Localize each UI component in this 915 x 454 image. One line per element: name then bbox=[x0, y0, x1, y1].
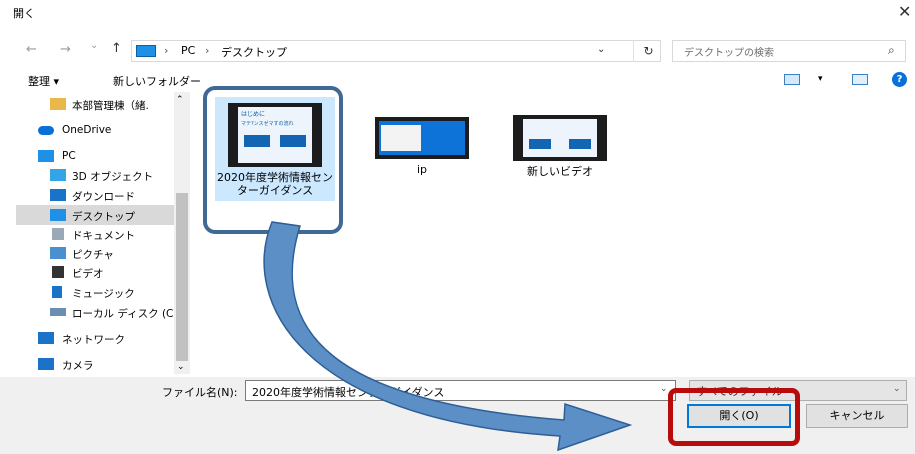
recent-locations-icon[interactable]: ⌄ bbox=[90, 40, 98, 51]
scroll-up-icon[interactable]: ⌃ bbox=[176, 95, 184, 105]
sidebar-item-label: ネットワーク bbox=[62, 334, 125, 346]
pc-icon bbox=[38, 150, 54, 162]
sidebar-item-3d-objects[interactable]: 3D オブジェクト bbox=[16, 165, 176, 185]
file-item-new-video[interactable]: 新しいビデオ bbox=[495, 97, 625, 178]
sidebar-item-local-disk[interactable]: ローカル ディスク (C bbox=[16, 302, 176, 322]
file-item-ip[interactable]: ip bbox=[357, 97, 487, 176]
annotation-highlight-file bbox=[203, 86, 343, 234]
search-placeholder: デスクトップの検索 bbox=[684, 48, 774, 59]
sidebar-item-desktop[interactable]: デスクトップ bbox=[16, 205, 176, 225]
chevron-down-icon[interactable]: ⌄ bbox=[597, 44, 605, 55]
sidebar-item-label: 3D オブジェクト bbox=[72, 171, 154, 183]
sidebar-item-label: ローカル ディスク (C bbox=[72, 308, 174, 320]
new-folder-button[interactable]: 新しいフォルダー bbox=[113, 73, 201, 89]
sidebar-item-label: OneDrive bbox=[62, 124, 112, 136]
sidebar-item-honbu[interactable]: 本部管理棟（緒. bbox=[16, 94, 176, 114]
pc-icon bbox=[136, 45, 156, 57]
filename-label: ファイル名(N): bbox=[162, 386, 238, 399]
window-title: 開く bbox=[13, 7, 35, 20]
sidebar-item-label: ピクチャ bbox=[72, 249, 114, 261]
sidebar-item-label: ミュージック bbox=[72, 288, 135, 300]
cancel-button[interactable]: キャンセル bbox=[806, 404, 908, 428]
network-icon bbox=[38, 332, 54, 344]
desktop-icon bbox=[50, 209, 66, 221]
sidebar-item-music[interactable]: ミュージック bbox=[16, 282, 176, 302]
open-file-dialog: 開く ✕ ← → ⌄ ↑ › PC › デスクトップ ⌄ ↻ デスクトップの検索… bbox=[0, 0, 915, 454]
cloud-icon bbox=[38, 126, 54, 135]
breadcrumb-separator: › bbox=[205, 44, 210, 57]
sidebar-item-label: ビデオ bbox=[72, 268, 104, 280]
preview-pane-icon[interactable] bbox=[852, 74, 868, 85]
file-name: 新しいビデオ bbox=[527, 165, 593, 178]
breadcrumb-desktop[interactable]: デスクトップ bbox=[221, 44, 287, 60]
document-icon bbox=[52, 228, 64, 240]
sidebar-item-camera[interactable]: カメラ bbox=[16, 354, 176, 374]
folder-icon bbox=[50, 98, 66, 110]
scrollbar-thumb[interactable] bbox=[176, 193, 188, 361]
annotation-highlight-open-button bbox=[668, 388, 800, 446]
disk-icon bbox=[50, 308, 66, 316]
sidebar-item-pictures[interactable]: ピクチャ bbox=[16, 243, 176, 263]
sidebar-item-label: PC bbox=[62, 150, 76, 162]
sidebar-item-label: カメラ bbox=[62, 360, 94, 372]
chevron-down-icon[interactable]: ▾ bbox=[818, 74, 823, 84]
sidebar-item-downloads[interactable]: ダウンロード bbox=[16, 185, 176, 205]
sidebar-item-videos[interactable]: ビデオ bbox=[16, 262, 176, 282]
sidebar-item-network[interactable]: ネットワーク bbox=[16, 328, 176, 348]
sidebar-item-label: ダウンロード bbox=[72, 191, 135, 203]
pictures-icon bbox=[50, 247, 66, 259]
navigation-pane: 本部管理棟（緒. OneDrive PC 3D オブジェクト ダウンロード デス… bbox=[16, 92, 191, 377]
music-icon bbox=[52, 286, 62, 298]
organize-button[interactable]: 整理 ▾ bbox=[28, 73, 59, 89]
video-thumbnail bbox=[513, 115, 607, 161]
filename-value: 2020年度学術情報センターガイダンス bbox=[252, 386, 445, 399]
forward-arrow-icon[interactable]: → bbox=[60, 42, 71, 57]
chevron-down-icon[interactable]: ⌄ bbox=[893, 384, 901, 394]
breadcrumb-pc[interactable]: PC bbox=[181, 44, 195, 57]
chevron-down-icon[interactable]: ⌄ bbox=[660, 384, 668, 394]
sidebar-item-label: 本部管理棟（緒. bbox=[72, 100, 149, 112]
scroll-down-icon[interactable]: ⌄ bbox=[177, 362, 185, 372]
help-icon[interactable]: ? bbox=[892, 72, 907, 87]
up-arrow-icon[interactable]: ↑ bbox=[111, 41, 122, 56]
file-name: ip bbox=[416, 163, 428, 176]
view-options-icon[interactable] bbox=[784, 74, 800, 85]
breadcrumb-separator: › bbox=[164, 44, 169, 57]
video-icon bbox=[52, 266, 64, 278]
video-thumbnail bbox=[375, 117, 469, 159]
close-icon[interactable]: ✕ bbox=[898, 2, 914, 22]
camera-icon bbox=[38, 358, 54, 370]
sidebar-item-documents[interactable]: ドキュメント bbox=[16, 224, 176, 244]
refresh-icon[interactable]: ↻ bbox=[633, 40, 663, 62]
search-icon[interactable]: ⌕ bbox=[888, 43, 895, 58]
sidebar-item-onedrive[interactable]: OneDrive bbox=[16, 120, 176, 140]
address-bar[interactable] bbox=[131, 40, 661, 62]
cube-icon bbox=[50, 169, 66, 181]
back-arrow-icon[interactable]: ← bbox=[26, 42, 37, 57]
sidebar-item-label: ドキュメント bbox=[72, 230, 135, 242]
sidebar-item-pc[interactable]: PC bbox=[16, 146, 176, 166]
download-icon bbox=[50, 189, 66, 201]
title-bar bbox=[0, 0, 915, 26]
sidebar-item-label: デスクトップ bbox=[72, 211, 135, 223]
